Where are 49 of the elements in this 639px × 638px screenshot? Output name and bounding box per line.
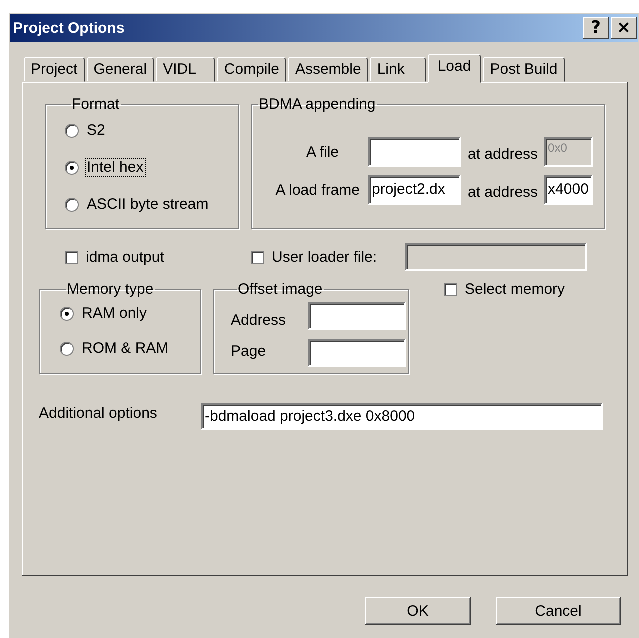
field-label: at address [468, 184, 538, 200]
input-field[interactable]: project2.dx [368, 175, 461, 205]
tab[interactable]: Compile [217, 57, 286, 82]
group-title: Memory type [66, 281, 155, 298]
radio-label: ASCII byte stream [86, 195, 210, 214]
tab[interactable]: Post Build [483, 57, 565, 82]
help-button[interactable]: ? [583, 17, 609, 39]
radio-button[interactable] [60, 306, 74, 320]
group-title: Format [71, 96, 121, 113]
checkbox[interactable] [444, 283, 457, 296]
input-field[interactable] [308, 302, 406, 330]
input-field[interactable] [308, 339, 406, 367]
radio-button[interactable] [60, 342, 74, 356]
field-label: Address [231, 312, 288, 328]
tab[interactable]: VIDL [156, 57, 216, 82]
dialog-button[interactable]: Cancel [496, 597, 621, 625]
checkbox[interactable] [251, 250, 264, 264]
checkbox-option[interactable]: Select memory [444, 281, 566, 298]
radio-option[interactable]: S2 [65, 119, 238, 142]
radio-option[interactable]: ROM & RAM [60, 337, 200, 360]
radio-label: Intel hex [85, 158, 146, 177]
close-button[interactable]: × [611, 17, 637, 39]
radio-label: S2 [86, 121, 106, 140]
radio-button[interactable] [65, 124, 79, 138]
radio-option[interactable]: ASCII byte stream [65, 193, 238, 216]
dialog-button[interactable]: OK [365, 597, 471, 625]
group-title: Offset image [237, 281, 324, 298]
tab[interactable]: Project [24, 57, 85, 82]
field-label: A file [305, 144, 339, 160]
tab[interactable]: Load [428, 54, 482, 83]
field-label: Page [231, 342, 268, 360]
radio-button[interactable] [65, 160, 79, 174]
field-label: A load frame [274, 182, 360, 198]
window-title: Project Options [13, 20, 125, 36]
radio-option[interactable]: RAM only [60, 302, 200, 325]
tab[interactable]: Link [370, 57, 426, 82]
group-title: BDMA appending [258, 96, 377, 113]
tab[interactable]: General [86, 57, 154, 82]
checkbox[interactable] [65, 250, 78, 264]
tab[interactable]: Assemble [288, 57, 368, 82]
address-field[interactable]: x4000 [544, 175, 594, 205]
field-label: Additional options [39, 405, 158, 422]
input-field[interactable] [368, 137, 461, 167]
checkbox-option[interactable]: idma output [65, 248, 209, 266]
input-field[interactable]: -bdmaload project3.dxe 0x8000 [201, 403, 603, 430]
field-label: at address [468, 146, 538, 162]
checkbox-option[interactable]: User loader file: [251, 248, 391, 266]
radio-option[interactable]: Intel hex [65, 156, 238, 179]
radio-button[interactable] [65, 198, 79, 212]
